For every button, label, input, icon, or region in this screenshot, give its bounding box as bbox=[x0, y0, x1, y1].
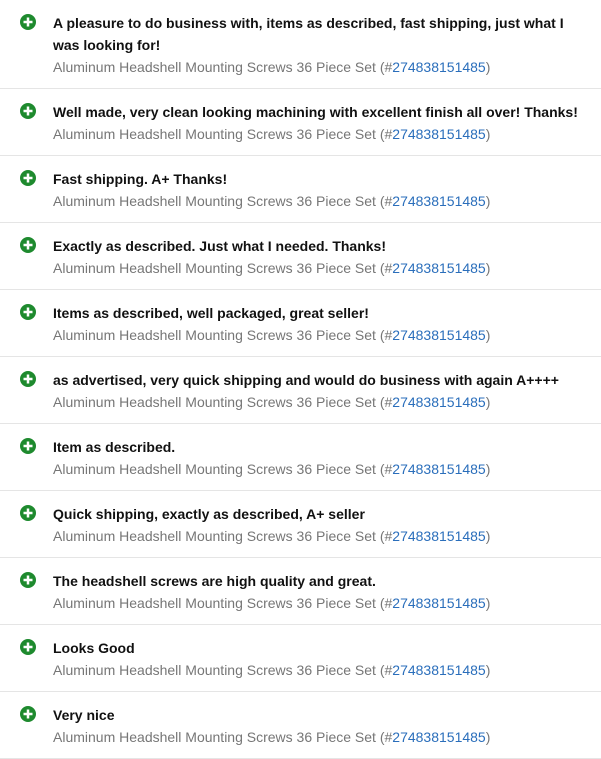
feedback-item-line: Aluminum Headshell Mounting Screws 36 Pi… bbox=[53, 56, 591, 78]
feedback-item-line: Aluminum Headshell Mounting Screws 36 Pi… bbox=[53, 324, 591, 346]
item-suffix: ) bbox=[485, 528, 491, 544]
item-suffix: ) bbox=[485, 394, 491, 410]
item-title: Aluminum Headshell Mounting Screws 36 Pi… bbox=[53, 662, 393, 678]
feedback-entry: Very nice Aluminum Headshell Mounting Sc… bbox=[0, 692, 601, 759]
item-suffix: ) bbox=[485, 729, 491, 745]
item-title: Aluminum Headshell Mounting Screws 36 Pi… bbox=[53, 528, 393, 544]
feedback-comment: Item as described. bbox=[53, 439, 176, 455]
item-suffix: ) bbox=[485, 595, 491, 611]
positive-feedback-icon bbox=[20, 371, 36, 387]
positive-feedback-icon bbox=[20, 170, 36, 186]
item-suffix: ) bbox=[485, 260, 491, 276]
item-title: Aluminum Headshell Mounting Screws 36 Pi… bbox=[53, 260, 393, 276]
feedback-entry: Well made, very clean looking machining … bbox=[0, 89, 601, 156]
item-title: Aluminum Headshell Mounting Screws 36 Pi… bbox=[53, 327, 393, 343]
item-suffix: ) bbox=[485, 461, 491, 477]
item-title: Aluminum Headshell Mounting Screws 36 Pi… bbox=[53, 394, 393, 410]
feedback-entry: Items as described, well packaged, great… bbox=[0, 290, 601, 357]
item-suffix: ) bbox=[485, 193, 491, 209]
feedback-item-line: Aluminum Headshell Mounting Screws 36 Pi… bbox=[53, 123, 591, 145]
feedback-item-line: Aluminum Headshell Mounting Screws 36 Pi… bbox=[53, 592, 591, 614]
feedback-comment: Very nice bbox=[53, 707, 115, 723]
feedback-item-line: Aluminum Headshell Mounting Screws 36 Pi… bbox=[53, 458, 591, 480]
item-number-link[interactable]: 274838151485 bbox=[392, 662, 485, 678]
item-title: Aluminum Headshell Mounting Screws 36 Pi… bbox=[53, 126, 393, 142]
feedback-comment: as advertised, very quick shipping and w… bbox=[53, 372, 559, 388]
item-number-link[interactable]: 274838151485 bbox=[392, 595, 485, 611]
item-number-link[interactable]: 274838151485 bbox=[392, 461, 485, 477]
feedback-entry: as advertised, very quick shipping and w… bbox=[0, 357, 601, 424]
item-suffix: ) bbox=[485, 59, 491, 75]
feedback-entry: Quick shipping, exactly as described, A+… bbox=[0, 491, 601, 558]
positive-feedback-icon bbox=[20, 304, 36, 320]
feedback-list: A pleasure to do business with, items as… bbox=[0, 0, 601, 759]
feedback-item-line: Aluminum Headshell Mounting Screws 36 Pi… bbox=[53, 525, 591, 547]
item-number-link[interactable]: 274838151485 bbox=[392, 327, 485, 343]
positive-feedback-icon bbox=[20, 706, 36, 722]
feedback-entry: Fast shipping. A+ Thanks! Aluminum Heads… bbox=[0, 156, 601, 223]
feedback-comment: The headshell screws are high quality an… bbox=[53, 573, 376, 589]
feedback-entry: Looks Good Aluminum Headshell Mounting S… bbox=[0, 625, 601, 692]
feedback-comment: Well made, very clean looking machining … bbox=[53, 104, 578, 120]
positive-feedback-icon bbox=[20, 639, 36, 655]
positive-feedback-icon bbox=[20, 438, 36, 454]
positive-feedback-icon bbox=[20, 572, 36, 588]
item-number-link[interactable]: 274838151485 bbox=[392, 59, 485, 75]
item-title: Aluminum Headshell Mounting Screws 36 Pi… bbox=[53, 729, 393, 745]
feedback-entry: A pleasure to do business with, items as… bbox=[0, 0, 601, 89]
feedback-comment: A pleasure to do business with, items as… bbox=[53, 15, 564, 53]
item-suffix: ) bbox=[485, 327, 491, 343]
item-title: Aluminum Headshell Mounting Screws 36 Pi… bbox=[53, 193, 393, 209]
feedback-item-line: Aluminum Headshell Mounting Screws 36 Pi… bbox=[53, 659, 591, 681]
item-number-link[interactable]: 274838151485 bbox=[392, 193, 485, 209]
item-title: Aluminum Headshell Mounting Screws 36 Pi… bbox=[53, 461, 393, 477]
positive-feedback-icon bbox=[20, 14, 36, 30]
positive-feedback-icon bbox=[20, 237, 36, 253]
positive-feedback-icon bbox=[20, 505, 36, 521]
item-title: Aluminum Headshell Mounting Screws 36 Pi… bbox=[53, 59, 393, 75]
feedback-item-line: Aluminum Headshell Mounting Screws 36 Pi… bbox=[53, 391, 591, 413]
item-number-link[interactable]: 274838151485 bbox=[392, 729, 485, 745]
feedback-item-line: Aluminum Headshell Mounting Screws 36 Pi… bbox=[53, 257, 591, 279]
feedback-comment: Quick shipping, exactly as described, A+… bbox=[53, 506, 365, 522]
item-number-link[interactable]: 274838151485 bbox=[392, 260, 485, 276]
item-title: Aluminum Headshell Mounting Screws 36 Pi… bbox=[53, 595, 393, 611]
positive-feedback-icon bbox=[20, 103, 36, 119]
feedback-comment: Items as described, well packaged, great… bbox=[53, 305, 369, 321]
feedback-comment: Exactly as described. Just what I needed… bbox=[53, 238, 387, 254]
feedback-entry: Item as described. Aluminum Headshell Mo… bbox=[0, 424, 601, 491]
item-number-link[interactable]: 274838151485 bbox=[392, 528, 485, 544]
item-suffix: ) bbox=[485, 126, 491, 142]
feedback-comment: Fast shipping. A+ Thanks! bbox=[53, 171, 228, 187]
feedback-entry: Exactly as described. Just what I needed… bbox=[0, 223, 601, 290]
feedback-comment: Looks Good bbox=[53, 640, 135, 656]
item-suffix: ) bbox=[485, 662, 491, 678]
feedback-entry: The headshell screws are high quality an… bbox=[0, 558, 601, 625]
feedback-item-line: Aluminum Headshell Mounting Screws 36 Pi… bbox=[53, 190, 591, 212]
feedback-item-line: Aluminum Headshell Mounting Screws 36 Pi… bbox=[53, 726, 591, 748]
item-number-link[interactable]: 274838151485 bbox=[392, 126, 485, 142]
item-number-link[interactable]: 274838151485 bbox=[392, 394, 485, 410]
